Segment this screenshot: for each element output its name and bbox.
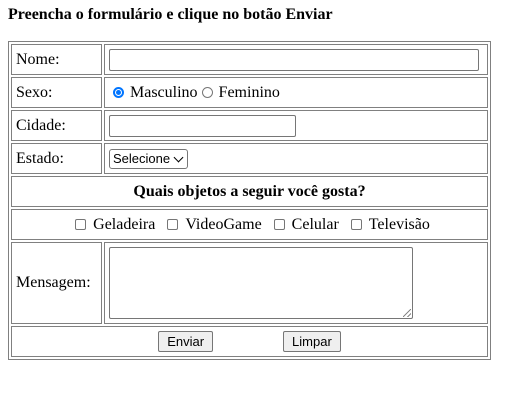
form-table: Nome: Sexo: Masculino Feminino Cidade: E… bbox=[8, 41, 491, 360]
name-row: Nome: bbox=[11, 44, 488, 75]
checkbox-videogame[interactable] bbox=[167, 219, 179, 230]
radio-feminino[interactable] bbox=[201, 87, 213, 98]
sex-cell: Masculino Feminino bbox=[104, 77, 488, 108]
submit-button[interactable]: Enviar bbox=[158, 331, 214, 352]
resize-grip-icon[interactable] bbox=[403, 309, 411, 317]
checkbox-celular[interactable] bbox=[273, 219, 285, 230]
city-label: Cidade: bbox=[11, 110, 102, 141]
message-row: Mensagem: bbox=[11, 242, 488, 324]
sex-label: Sexo: bbox=[11, 77, 102, 108]
state-select-value: Selecione bbox=[113, 151, 171, 166]
checkbox-televisao[interactable] bbox=[350, 219, 362, 230]
radio-masculino-label[interactable]: Masculino bbox=[130, 84, 198, 102]
state-select[interactable]: Selecione bbox=[109, 148, 189, 169]
page-title: Preencha o formulário e clique no botão … bbox=[8, 6, 333, 23]
city-cell bbox=[104, 110, 488, 141]
radio-feminino-label[interactable]: Feminino bbox=[219, 84, 280, 102]
checkbox-videogame-label[interactable]: VideoGame bbox=[185, 216, 261, 234]
radio-masculino[interactable] bbox=[113, 87, 124, 98]
state-cell: Selecione bbox=[104, 143, 488, 174]
objects-question-row: Quais objetos a seguir você gosta? bbox=[11, 176, 488, 207]
name-input[interactable] bbox=[109, 48, 479, 71]
reset-button[interactable]: Limpar bbox=[283, 331, 341, 352]
state-row: Estado: Selecione bbox=[11, 143, 488, 174]
city-input[interactable] bbox=[109, 114, 296, 137]
city-row: Cidade: bbox=[11, 110, 488, 141]
sex-row: Sexo: Masculino Feminino bbox=[11, 77, 488, 108]
name-label: Nome: bbox=[11, 44, 102, 75]
buttons-row: Enviar Limpar bbox=[11, 326, 488, 357]
chevron-down-icon bbox=[173, 152, 184, 162]
name-cell bbox=[104, 44, 488, 75]
buttons-cell: Enviar Limpar bbox=[11, 326, 488, 357]
checkbox-geladeira[interactable] bbox=[75, 219, 87, 230]
checkbox-celular-label[interactable]: Celular bbox=[292, 216, 339, 234]
objects-question: Quais objetos a seguir você gosta? bbox=[11, 176, 488, 207]
message-label: Mensagem: bbox=[11, 242, 102, 324]
checkbox-televisao-label[interactable]: Televisão bbox=[369, 216, 430, 234]
message-cell bbox=[104, 242, 488, 324]
message-textarea[interactable] bbox=[109, 247, 413, 319]
state-label: Estado: bbox=[11, 143, 102, 174]
checkbox-geladeira-label[interactable]: Geladeira bbox=[93, 216, 155, 234]
objects-row: Geladeira VideoGame Celular Televisão bbox=[11, 209, 488, 240]
objects-cell: Geladeira VideoGame Celular Televisão bbox=[11, 209, 488, 240]
